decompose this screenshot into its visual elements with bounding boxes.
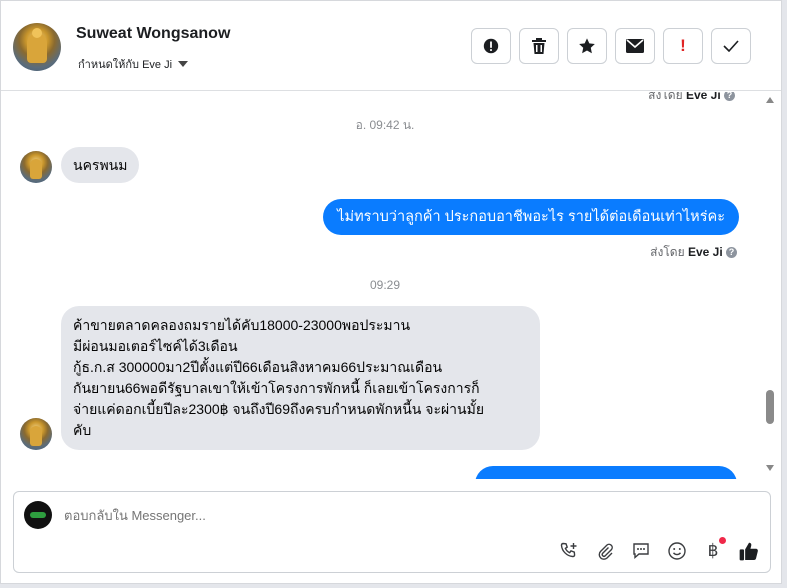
scroll-up-icon[interactable] <box>766 97 774 103</box>
message-line: คับ <box>73 422 92 438</box>
saved-replies-button[interactable] <box>630 540 652 562</box>
emoji-button[interactable] <box>666 540 688 562</box>
sent-by-label: ส่งโดย Eve Ji ? <box>650 243 737 262</box>
incoming-message: นครพนม <box>61 147 140 183</box>
paperclip-icon <box>598 543 613 560</box>
baht-icon: ฿ <box>707 541 719 560</box>
check-icon <box>723 40 739 52</box>
help-icon[interactable]: ? <box>726 247 737 259</box>
conversation-panel: Suweat Wongsanow กำหนดให้กับ Eve Ji ! ส่… <box>0 0 782 584</box>
spam-icon <box>483 38 499 54</box>
message-line: กันยายน66พอดีรัฐบาลเขาให้เข้าโครงการพักห… <box>73 380 480 396</box>
timestamp: 09:29 <box>369 278 401 292</box>
header-actions: ! <box>471 28 751 64</box>
thread-scrollbar[interactable] <box>763 92 777 479</box>
delete-button[interactable] <box>519 28 559 64</box>
reply-composer: ฿ <box>13 491 771 573</box>
smiley-icon <box>668 542 686 560</box>
outgoing-message: ไม่ทราบว่าลูกค้า ประกอบอาชีพอะไร รายได้ต… <box>323 199 739 235</box>
conversation-header: Suweat Wongsanow กำหนดให้กับ Eve Ji ! <box>1 1 781 91</box>
mark-done-button[interactable] <box>711 28 751 64</box>
scroll-down-icon[interactable] <box>766 465 774 471</box>
help-icon[interactable]: ? <box>724 92 735 102</box>
message-thread[interactable]: ส่งโดย Eve Ji ? อ. 09:42 น. นครพนม ไม่ทร… <box>1 92 769 479</box>
payment-button[interactable]: ฿ <box>702 537 726 562</box>
mail-icon <box>626 39 644 53</box>
message-line: ค้าขายตลาดคลองถมรายได้คับ18000-23000พอปร… <box>73 317 411 333</box>
composer-tools: ฿ <box>558 537 760 562</box>
scroll-thumb[interactable] <box>766 390 774 424</box>
message-line: มีผ่อนมอเตอร์ไซค์ได้3เดือน <box>73 338 238 354</box>
notification-dot <box>719 537 726 544</box>
alert-icon: ! <box>680 36 686 55</box>
follow-up-button[interactable]: ! <box>663 28 703 64</box>
reply-input[interactable] <box>64 508 664 523</box>
contact-avatar-small <box>20 418 52 450</box>
assign-dropdown[interactable]: กำหนดให้กับ Eve Ji <box>78 55 189 73</box>
message-line: กู้ธ.ก.ส 300000มา2ปีตั้งแต่ปี66เดือนสิงห… <box>73 359 443 375</box>
trash-icon <box>532 38 546 54</box>
chat-bubble-icon <box>633 543 649 560</box>
phone-plus-icon <box>560 542 577 558</box>
attach-button[interactable] <box>594 540 616 562</box>
assign-label: กำหนดให้กับ Eve Ji <box>78 59 173 71</box>
caret-down-icon <box>178 61 189 67</box>
timestamp: อ. 09:42 น. <box>355 118 415 132</box>
contact-avatar[interactable] <box>13 23 61 71</box>
sent-by-label: ส่งโดย Eve Ji ? <box>648 92 735 105</box>
contact-name[interactable]: Suweat Wongsanow <box>76 25 230 43</box>
mark-unread-button[interactable] <box>615 28 655 64</box>
page-avatar <box>24 501 52 529</box>
thumbs-up-icon <box>739 542 758 561</box>
call-button[interactable] <box>558 540 580 562</box>
star-button[interactable] <box>567 28 607 64</box>
contact-avatar-small <box>20 151 52 183</box>
like-button[interactable] <box>738 540 760 562</box>
incoming-message-long: ค้าขายตลาดคลองถมรายได้คับ18000-23000พอปร… <box>61 306 540 450</box>
outgoing-message-partial <box>475 466 737 479</box>
mark-spam-button[interactable] <box>471 28 511 64</box>
message-line: จ่ายแค่ดอกเบี้ยปีละ2300฿ จนถึงปี69ถึงครบ… <box>73 401 485 417</box>
star-icon <box>579 38 595 54</box>
